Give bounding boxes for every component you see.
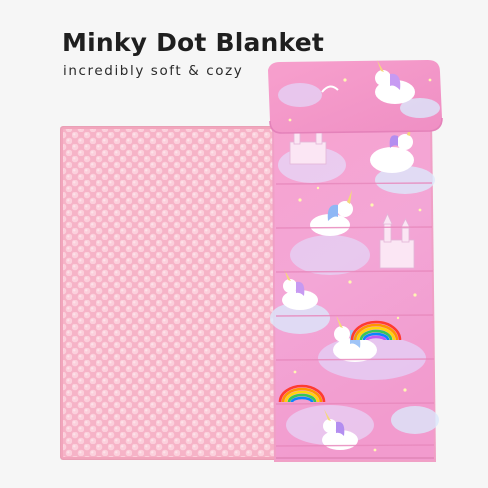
- nap-mat: [270, 116, 439, 462]
- minky-blanket: [60, 126, 284, 460]
- nap-mat-pillow: [268, 60, 443, 134]
- product-photo: [60, 60, 443, 462]
